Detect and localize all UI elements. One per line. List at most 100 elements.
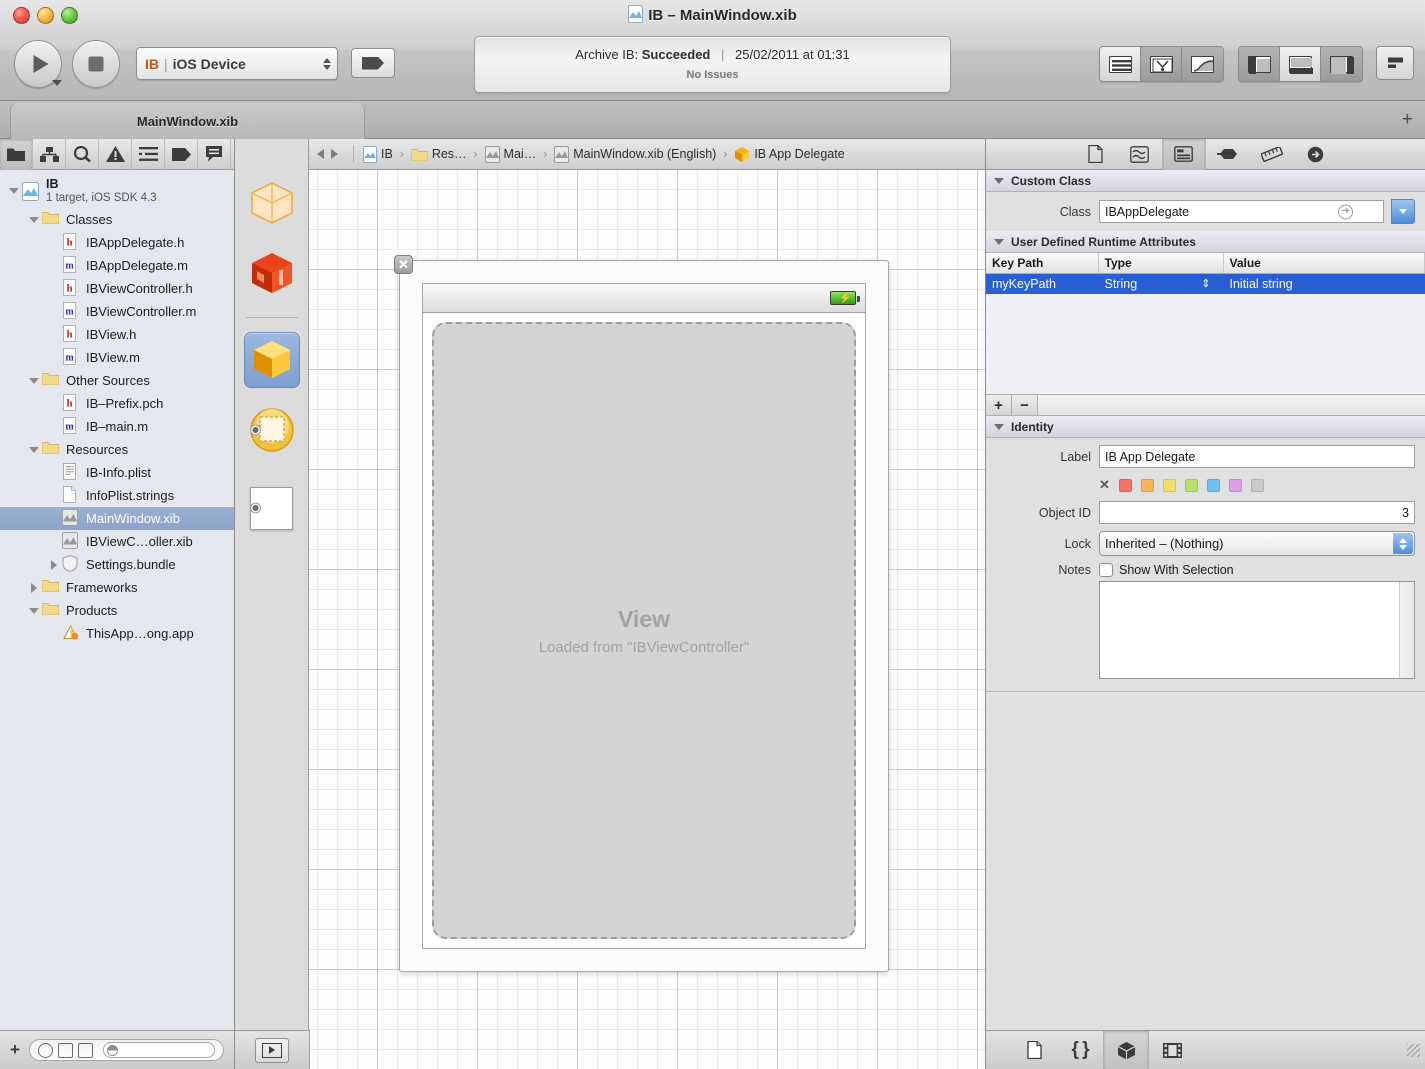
project-navigator-tree[interactable]: IB 1 target, iOS SDK 4.3 Classes h IBAppDele…: [0, 170, 234, 1030]
color-swatch-green[interactable]: [1184, 478, 1198, 492]
lock-select[interactable]: Inherited – (Nothing): [1099, 531, 1415, 556]
toggle-dock-button[interactable]: [255, 1037, 289, 1063]
cell-value[interactable]: Initial string: [1223, 273, 1425, 294]
ios-window-object[interactable]: ✕ ⚡ View Loaded from "IBViewController": [394, 255, 889, 972]
column-value[interactable]: Value: [1223, 253, 1425, 274]
toggle-debug-area-button[interactable]: [1280, 47, 1321, 81]
standard-editor-button[interactable]: [1100, 47, 1141, 81]
color-swatch-gray[interactable]: [1250, 478, 1264, 492]
back-arrow-icon[interactable]: [317, 149, 324, 159]
symbol-navigator-icon[interactable]: [33, 138, 66, 170]
notes-textarea[interactable]: [1099, 581, 1415, 679]
class-input[interactable]: IBAppDelegate ➜: [1099, 200, 1384, 223]
object-id-input[interactable]: 3: [1099, 501, 1415, 524]
tree-row[interactable]: Frameworks: [0, 576, 234, 599]
quick-help-icon[interactable]: [1118, 139, 1162, 170]
tree-row[interactable]: m IB–main.m: [0, 415, 234, 438]
issue-navigator-icon[interactable]: [99, 138, 132, 170]
class-chooser-icon[interactable]: ➜: [1338, 204, 1353, 219]
color-swatch-orange[interactable]: [1140, 478, 1154, 492]
show-with-selection-checkbox[interactable]: [1099, 563, 1113, 577]
interface-builder-canvas[interactable]: IB › Res… › Mai… › MainWindow.xib (Engli…: [309, 139, 985, 1069]
label-input[interactable]: IB App Delegate: [1099, 445, 1415, 468]
runtime-attributes-empty-area[interactable]: [986, 294, 1425, 394]
cell-type[interactable]: String ⇕: [1098, 273, 1223, 294]
project-navigator-icon[interactable]: [0, 138, 33, 170]
add-file-button[interactable]: +: [10, 1040, 20, 1060]
tree-row[interactable]: Settings.bundle: [0, 553, 234, 576]
run-menu-caret-icon[interactable]: [52, 80, 62, 86]
disclosure-triangle-icon[interactable]: [994, 177, 1004, 184]
size-inspector-icon[interactable]: [1250, 139, 1294, 170]
tree-row[interactable]: InfoPlist.strings: [0, 484, 234, 507]
navigator-filter-field[interactable]: [28, 1039, 224, 1061]
tree-row-selected[interactable]: MainWindow.xib: [0, 507, 234, 530]
breakpoints-button[interactable]: [351, 48, 395, 78]
runtime-attributes-table[interactable]: Key Path Type Value myKeyPath String ⇕ I…: [986, 253, 1425, 294]
disclosure-triangle-icon[interactable]: [26, 377, 42, 384]
recent-filter-icon[interactable]: [37, 1042, 53, 1058]
disclosure-triangle-icon[interactable]: [6, 188, 22, 194]
remove-attribute-button[interactable]: −: [1012, 395, 1038, 415]
dock-item-first-responder[interactable]: [244, 245, 300, 301]
class-dropdown-button[interactable]: [1391, 199, 1415, 224]
file-template-library-icon[interactable]: [1011, 1031, 1057, 1069]
tree-row[interactable]: m IBAppDelegate.m: [0, 254, 234, 277]
tree-row[interactable]: m IBViewController.m: [0, 300, 234, 323]
table-row[interactable]: myKeyPath String ⇕ Initial string: [986, 273, 1425, 294]
dock-item-ib-view-controller[interactable]: [244, 402, 300, 458]
tree-row[interactable]: h IBView.h: [0, 323, 234, 346]
clear-color-button[interactable]: ✕: [1099, 477, 1110, 493]
lock-stepper-icon[interactable]: [1393, 533, 1413, 554]
disclosure-triangle-icon[interactable]: [26, 582, 42, 593]
connections-inspector-icon[interactable]: [1294, 139, 1338, 170]
column-key-path[interactable]: Key Path: [986, 253, 1099, 274]
stop-button[interactable]: [72, 40, 120, 88]
dock-radio-icon[interactable]: [249, 502, 261, 514]
color-swatch-purple[interactable]: [1228, 478, 1242, 492]
disclosure-triangle-icon[interactable]: [994, 423, 1004, 430]
media-library-icon[interactable]: [1149, 1031, 1195, 1069]
disclosure-triangle-icon[interactable]: [26, 607, 42, 614]
assistant-editor-button[interactable]: [1141, 47, 1182, 81]
cell-key-path[interactable]: myKeyPath: [986, 273, 1098, 294]
tree-row[interactable]: Other Sources: [0, 369, 234, 392]
color-swatch-red[interactable]: [1118, 478, 1132, 492]
edited-filter-icon[interactable]: [77, 1042, 93, 1058]
color-swatch-blue[interactable]: [1206, 478, 1220, 492]
notes-scrollbar[interactable]: [1399, 582, 1414, 678]
unsaved-filter-icon[interactable]: [57, 1042, 73, 1058]
code-snippet-library-icon[interactable]: { }: [1057, 1031, 1103, 1069]
disclosure-triangle-icon[interactable]: [46, 559, 62, 570]
log-navigator-icon[interactable]: [198, 138, 231, 170]
disclosure-triangle-icon[interactable]: [26, 216, 42, 223]
tree-row[interactable]: h IBViewController.h: [0, 277, 234, 300]
close-icon[interactable]: ✕: [394, 255, 413, 274]
section-custom-class[interactable]: Custom Class: [986, 170, 1425, 192]
forward-arrow-icon[interactable]: [331, 149, 338, 159]
scheme-stepper-icon[interactable]: [323, 57, 331, 70]
disclosure-triangle-icon[interactable]: [994, 238, 1004, 245]
object-library-icon[interactable]: [1103, 1030, 1149, 1069]
breadcrumb-item-xib-english[interactable]: MainWindow.xib (English): [554, 145, 716, 163]
disclosure-triangle-icon[interactable]: [26, 446, 42, 453]
dock-item-window[interactable]: [244, 480, 300, 536]
add-tab-button[interactable]: +: [1402, 110, 1413, 129]
tab-mainwindow-xib[interactable]: MainWindow.xib: [10, 103, 365, 139]
file-inspector-icon[interactable]: [1074, 139, 1118, 170]
toggle-utilities-button[interactable]: [1321, 47, 1362, 81]
breakpoint-navigator-icon[interactable]: [165, 138, 198, 170]
tree-row[interactable]: ThisApp…ong.app: [0, 622, 234, 645]
identity-inspector-icon[interactable]: [1161, 138, 1206, 170]
dock-item-files-owner[interactable]: [244, 175, 300, 231]
type-stepper-icon[interactable]: ⇕: [1201, 277, 1210, 290]
tree-row[interactable]: h IB–Prefix.pch: [0, 392, 234, 415]
scheme-selector[interactable]: IB | iOS Device: [136, 47, 338, 80]
tree-row[interactable]: IB 1 target, iOS SDK 4.3: [0, 174, 234, 208]
tree-row[interactable]: Classes: [0, 208, 234, 231]
tree-row[interactable]: h IBAppDelegate.h: [0, 231, 234, 254]
resize-grip-icon[interactable]: [1407, 1043, 1420, 1057]
tree-row[interactable]: Resources: [0, 438, 234, 461]
tree-row[interactable]: m IBView.m: [0, 346, 234, 369]
toggle-navigator-button[interactable]: [1239, 47, 1280, 81]
